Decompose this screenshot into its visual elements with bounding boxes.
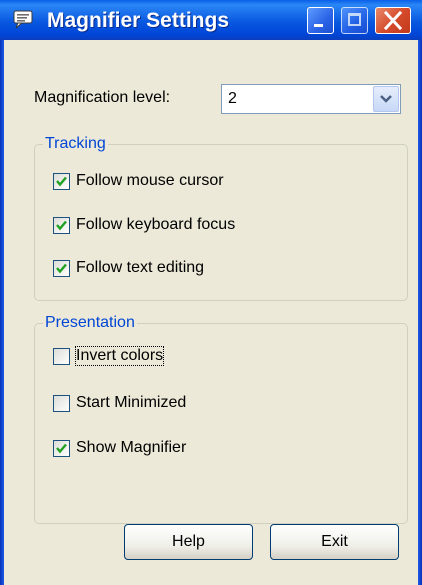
magnification-level-dropdown[interactable]: 2	[221, 84, 401, 114]
magnifier-app-icon	[13, 10, 35, 30]
checkmark-icon	[56, 176, 67, 187]
checkbox-label: Follow mouse cursor	[76, 172, 224, 189]
close-icon	[383, 10, 403, 31]
presentation-group: Presentation Invert colors Start Minimiz…	[34, 314, 408, 524]
exit-button[interactable]: Exit	[270, 524, 399, 560]
checkbox-box[interactable]	[53, 260, 70, 277]
checkbox-box[interactable]	[53, 395, 70, 412]
checkbox-label: Show Magnifier	[76, 439, 187, 456]
minimize-button[interactable]	[307, 7, 334, 34]
checkbox-box[interactable]	[53, 348, 70, 365]
close-button[interactable]	[375, 7, 411, 34]
title-bar[interactable]: Magnifier Settings	[0, 0, 422, 40]
checkbox-label: Invert colors	[74, 346, 165, 366]
window-border-right	[418, 40, 422, 585]
checkbox-label: Follow keyboard focus	[76, 216, 236, 233]
checkbox-label: Follow text editing	[76, 259, 205, 276]
checkmark-icon	[56, 443, 67, 454]
magnification-level-value: 2	[228, 90, 237, 107]
checkbox-label: Start Minimized	[76, 394, 187, 411]
dialog-body: Magnification level: 2 Tracking Follow m…	[4, 40, 418, 585]
checkmark-icon	[56, 263, 67, 274]
window-title: Magnifier Settings	[47, 9, 230, 32]
magnification-level-label: Magnification level:	[34, 89, 171, 106]
magnifier-settings-window: Magnifier Settings Magnification level: …	[0, 0, 422, 585]
checkmark-icon	[56, 220, 67, 231]
help-button[interactable]: Help	[124, 524, 253, 560]
dropdown-button[interactable]	[373, 86, 399, 112]
presentation-group-title: Presentation	[43, 314, 137, 332]
tracking-group-title: Tracking	[43, 135, 108, 153]
chevron-down-icon	[380, 95, 392, 103]
tracking-group: Tracking Follow mouse cursor Follow keyb…	[34, 135, 408, 301]
checkbox-box[interactable]	[53, 173, 70, 190]
maximize-button	[341, 7, 368, 34]
checkbox-box[interactable]	[53, 440, 70, 457]
checkbox-box[interactable]	[53, 217, 70, 234]
